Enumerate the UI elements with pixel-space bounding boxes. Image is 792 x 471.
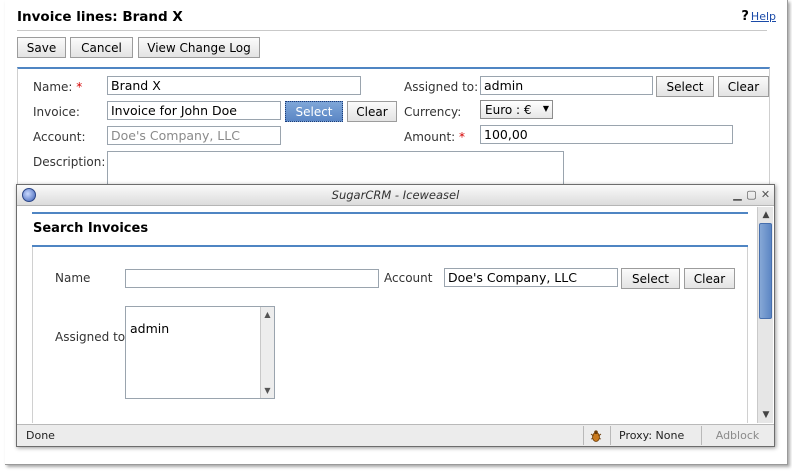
chevron-up-icon[interactable]: ▲ <box>262 309 273 320</box>
required-marker: * <box>459 130 466 144</box>
popup-titlebar[interactable]: SugarCRM - Iceweasel ▁ ▢ ✕ <box>17 185 774 206</box>
popup-vertical-scrollbar[interactable]: ▲ ▼ <box>757 207 773 423</box>
required-marker: * <box>76 80 83 94</box>
search-header-top-rule <box>32 212 748 214</box>
assigned-to-field[interactable]: admin <box>480 76 653 95</box>
search-header-bottom-rule <box>32 245 748 247</box>
invoice-clear-button[interactable]: Clear <box>347 101 397 122</box>
popup-window: SugarCRM - Iceweasel ▁ ▢ ✕ Search Invoic… <box>16 184 775 447</box>
maximize-icon[interactable]: ▢ <box>745 188 758 201</box>
name-field[interactable]: Brand X <box>107 76 361 95</box>
assigned-to-listbox[interactable]: admin ▲ ▼ <box>125 306 275 399</box>
search-select-button[interactable]: Select <box>621 268 680 289</box>
listbox-scrollbar[interactable]: ▲ ▼ <box>260 307 274 398</box>
adblock-status[interactable]: Adblock <box>701 426 773 445</box>
assigned-select-button[interactable]: Select <box>656 76 714 97</box>
search-name-input[interactable] <box>125 269 379 288</box>
account-field: Doe's Company, LLC <box>107 126 281 145</box>
assigned-clear-button[interactable]: Clear <box>718 76 769 97</box>
account-label: Account: <box>33 130 86 144</box>
view-change-log-button[interactable]: View Change Log <box>138 37 260 58</box>
minimize-icon[interactable]: ▁ <box>731 188 744 201</box>
invoice-label: Invoice: <box>33 105 80 119</box>
search-panel-border-left <box>32 247 33 423</box>
chevron-down-icon[interactable]: ▼ <box>262 385 273 396</box>
currency-label: Currency: <box>404 105 462 119</box>
close-icon[interactable]: ✕ <box>759 188 772 201</box>
currency-select[interactable]: Euro : € ▼ <box>480 100 553 119</box>
help-link[interactable]: Help <box>751 10 776 23</box>
bug-icon[interactable] <box>583 426 609 445</box>
invoice-select-button[interactable]: Select <box>285 101 343 122</box>
search-panel-border-right <box>747 247 748 423</box>
chevron-up-icon[interactable]: ▲ <box>760 209 772 221</box>
assigned-to-label: Assigned to: <box>404 80 479 94</box>
status-text: Done <box>26 429 55 442</box>
question-mark-icon: ? <box>741 9 749 24</box>
search-name-label: Name <box>55 271 91 285</box>
title-divider <box>17 30 767 31</box>
list-item[interactable]: admin <box>130 321 169 336</box>
currency-value: Euro : € <box>485 102 532 117</box>
status-bar: Done Proxy: None Adblock <box>17 424 774 446</box>
scrollbar-thumb[interactable] <box>759 223 772 319</box>
page-title: Invoice lines: Brand X <box>17 9 183 25</box>
cancel-button[interactable]: Cancel <box>70 37 133 58</box>
popup-window-title: SugarCRM - Iceweasel <box>331 188 460 202</box>
chevron-down-icon: ▼ <box>542 104 549 113</box>
popup-content: Search Invoices Name Account Doe's Compa… <box>18 207 757 423</box>
description-label: Description: <box>33 155 106 169</box>
proxy-status[interactable]: Proxy: None <box>610 426 701 445</box>
help-link-group[interactable]: ? Help <box>741 9 776 24</box>
amount-label: Amount: * <box>404 130 466 144</box>
chevron-down-icon[interactable]: ▼ <box>760 409 772 421</box>
amount-field[interactable]: 100,00 <box>480 125 733 144</box>
search-clear-button[interactable]: Clear <box>684 268 735 289</box>
save-button[interactable]: Save <box>17 37 66 58</box>
invoice-field[interactable]: Invoice for John Doe <box>107 101 281 120</box>
search-account-label: Account <box>384 271 433 285</box>
search-assigned-label: Assigned to <box>55 330 126 344</box>
search-account-input[interactable]: Doe's Company, LLC <box>444 268 618 287</box>
search-invoices-title: Search Invoices <box>33 221 149 236</box>
name-label: Name: * <box>33 80 83 94</box>
